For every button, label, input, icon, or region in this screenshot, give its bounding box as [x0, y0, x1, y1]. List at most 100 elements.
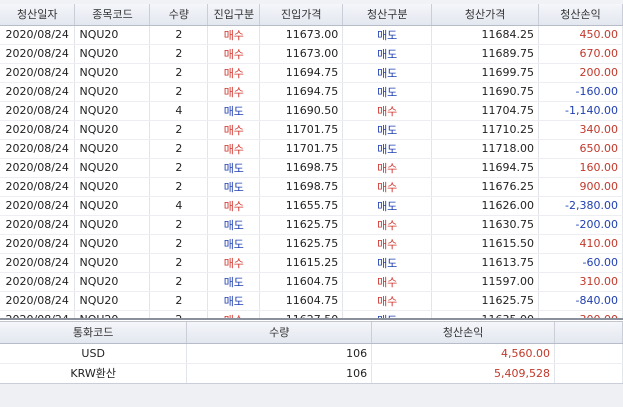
col-header-exit-price[interactable]: 청산가격 — [431, 4, 540, 26]
table-row[interactable]: 2020/08/24 NQU20 2 매도 11625.75 매수 11615.50 410.… — [0, 234, 623, 254]
cell-exit-side: 매수 — [342, 272, 433, 292]
cell-date: 2020/08/24 — [0, 139, 76, 159]
cell-code: NQU20 — [74, 253, 151, 273]
col-header-exit-side[interactable]: 청산구분 — [342, 4, 433, 26]
cell-pnl: 200.00 — [538, 63, 623, 83]
cell-entry-price: 11604.75 — [259, 291, 344, 311]
trade-history-grid[interactable]: 청산일자 종목코드 수량 진입구분 진입가격 청산구분 청산가격 청산손익 20… — [0, 4, 623, 320]
cell-entry-side: 매도 — [207, 215, 261, 235]
cell-qty: 2 — [149, 253, 209, 273]
col-header-entry-side[interactable]: 진입구분 — [207, 4, 261, 26]
cell-qty: 2 — [149, 63, 209, 83]
table-row[interactable]: 2020/08/24 NQU20 2 매도 11604.75 매수 11597.00 310.… — [0, 272, 623, 292]
cell-code: NQU20 — [74, 101, 151, 121]
cell-entry-price: 11698.75 — [259, 177, 344, 197]
cell-pnl: -200.00 — [538, 215, 623, 235]
table-row[interactable]: 2020/08/24 NQU20 2 매도 11698.75 매수 11694.75 160.… — [0, 158, 623, 178]
cell-exit-side: 매도 — [342, 25, 433, 45]
cell-code: NQU20 — [74, 196, 151, 216]
cell-date: 2020/08/24 — [0, 120, 76, 140]
cell-exit-side: 매도 — [342, 63, 433, 83]
cell-qty: 2 — [149, 120, 209, 140]
summary-col-pnl[interactable]: 청산손익 — [371, 322, 556, 344]
cell-entry-side: 매수 — [207, 120, 261, 140]
cell-pnl: -160.00 — [538, 82, 623, 102]
cell-qty: 2 — [149, 272, 209, 292]
table-row[interactable]: 2020/08/24 NQU20 2 매수 11673.00 매도 11684.25 450.… — [0, 25, 623, 45]
cell-entry-price: 11690.50 — [259, 101, 344, 121]
cell-exit-side: 매수 — [342, 158, 433, 178]
cell-pnl: -2,380.00 — [538, 196, 623, 216]
cell-qty: 2 — [149, 215, 209, 235]
cell-pnl: 160.00 — [538, 158, 623, 178]
cell-date: 2020/08/24 — [0, 253, 76, 273]
summary-header-row: 통화코드 수량 청산손익 — [0, 322, 623, 344]
table-row[interactable]: 2020/08/24 NQU20 2 매수 11673.00 매도 11689.75 670.… — [0, 44, 623, 64]
table-row[interactable]: 2020/08/24 NQU20 2 매수 11694.75 매도 11690.75 -160… — [0, 82, 623, 102]
cell-exit-price: 11597.00 — [431, 272, 540, 292]
summary-col-qty[interactable]: 수량 — [186, 322, 373, 344]
cell-exit-price: 11615.50 — [431, 234, 540, 254]
cell-code: NQU20 — [74, 44, 151, 64]
cell-qty: 2 — [149, 25, 209, 45]
cell-entry-side: 매수 — [207, 139, 261, 159]
cell-exit-side: 매수 — [342, 291, 433, 311]
cell-exit-price: 11684.25 — [431, 25, 540, 45]
summary-cell-empty — [554, 363, 623, 384]
table-row[interactable]: 2020/08/24 NQU20 2 매도 11625.75 매수 11630.75 -200… — [0, 215, 623, 235]
table-header-row: 청산일자 종목코드 수량 진입구분 진입가격 청산구분 청산가격 청산손익 — [0, 4, 623, 26]
cell-entry-side: 매수 — [207, 82, 261, 102]
table-row[interactable]: 2020/08/24 NQU20 2 매수 11694.75 매도 11699.75 200.… — [0, 63, 623, 83]
table-row[interactable]: 2020/08/24 NQU20 2 매수 11701.75 매도 11710.25 340.… — [0, 120, 623, 140]
cell-entry-side: 매도 — [207, 158, 261, 178]
summary-row[interactable]: USD 106 4,560.00 — [0, 343, 623, 364]
cell-entry-price: 11615.25 — [259, 253, 344, 273]
table-row[interactable]: 2020/08/24 NQU20 2 매도 11604.75 매수 11625.75 -840… — [0, 291, 623, 311]
cell-qty: 2 — [149, 82, 209, 102]
cell-code: NQU20 — [74, 63, 151, 83]
cell-pnl: 900.00 — [538, 177, 623, 197]
table-row[interactable]: 2020/08/24 NQU20 2 매도 11698.75 매수 11676.25 900.… — [0, 177, 623, 197]
cell-code: NQU20 — [74, 215, 151, 235]
cell-exit-price: 11676.25 — [431, 177, 540, 197]
cell-code: NQU20 — [74, 291, 151, 311]
cell-entry-side: 매수 — [207, 310, 261, 318]
cell-pnl: 340.00 — [538, 120, 623, 140]
cell-code: NQU20 — [74, 272, 151, 292]
cell-qty: 4 — [149, 101, 209, 121]
col-header-qty[interactable]: 수량 — [149, 4, 209, 26]
cell-exit-price: 11625.75 — [431, 291, 540, 311]
cell-qty: 2 — [149, 310, 209, 318]
cell-entry-price: 11673.00 — [259, 25, 344, 45]
summary-col-currency[interactable]: 통화코드 — [0, 322, 188, 344]
summary-row[interactable]: KRW환산 106 5,409,528 — [0, 363, 623, 384]
col-header-pnl[interactable]: 청산손익 — [538, 4, 623, 26]
trade-history-table: 청산일자 종목코드 수량 진입구분 진입가격 청산구분 청산가격 청산손익 20… — [0, 4, 623, 318]
col-header-code[interactable]: 종목코드 — [74, 4, 151, 26]
cell-exit-price: 11704.75 — [431, 101, 540, 121]
table-row[interactable]: 2020/08/24 NQU20 4 매수 11655.75 매도 11626.00 -2,3… — [0, 196, 623, 216]
cell-entry-price: 11673.00 — [259, 44, 344, 64]
col-header-date[interactable]: 청산일자 — [0, 4, 76, 26]
cell-entry-price: 11701.75 — [259, 120, 344, 140]
cell-entry-side: 매도 — [207, 291, 261, 311]
cell-date: 2020/08/24 — [0, 63, 76, 83]
cell-code: NQU20 — [74, 139, 151, 159]
cell-entry-side: 매수 — [207, 253, 261, 273]
cell-entry-side: 매수 — [207, 44, 261, 64]
summary-grid[interactable]: 통화코드 수량 청산손익 USD 106 4,560.00 KRW환산 106 5,409… — [0, 321, 623, 384]
cell-exit-side: 매수 — [342, 215, 433, 235]
table-row[interactable]: 2020/08/24 NQU20 2 매수 11627.50 매도 11635.00 300.… — [0, 310, 623, 318]
cell-entry-price: 11701.75 — [259, 139, 344, 159]
cell-qty: 2 — [149, 177, 209, 197]
col-header-entry-price[interactable]: 진입가격 — [259, 4, 344, 26]
cell-exit-price: 11690.75 — [431, 82, 540, 102]
cell-exit-price: 11635.00 — [431, 310, 540, 318]
cell-entry-side: 매수 — [207, 63, 261, 83]
table-row[interactable]: 2020/08/24 NQU20 2 매수 11701.75 매도 11718.00 650.… — [0, 139, 623, 159]
cell-exit-side: 매수 — [342, 101, 433, 121]
table-row[interactable]: 2020/08/24 NQU20 2 매수 11615.25 매도 11613.75 -60.… — [0, 253, 623, 273]
table-row[interactable]: 2020/08/24 NQU20 4 매도 11690.50 매수 11704.75 -1,1… — [0, 101, 623, 121]
cell-exit-side: 매도 — [342, 139, 433, 159]
cell-entry-price: 11698.75 — [259, 158, 344, 178]
